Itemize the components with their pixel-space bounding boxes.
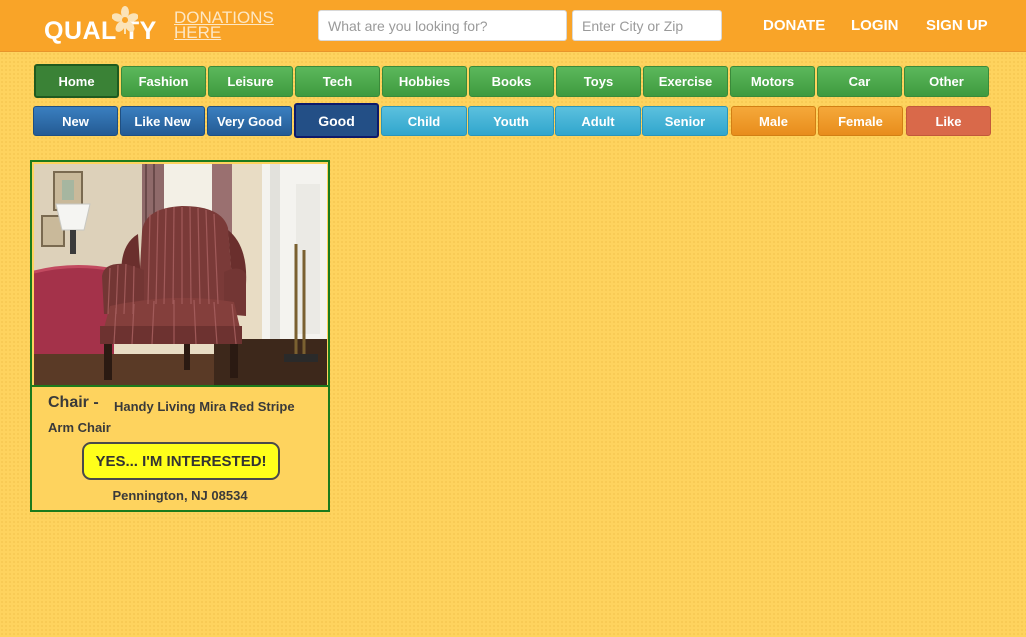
signup-link[interactable]: SIGN UP [926, 17, 988, 34]
category-motors[interactable]: Motors [730, 66, 815, 97]
category-hobbies[interactable]: Hobbies [382, 66, 467, 97]
category-books[interactable]: Books [469, 66, 554, 97]
top-header: QUAL TY DONATIONS HERE DONATE LOGIN SIGN… [0, 0, 1026, 52]
listing-photo[interactable] [34, 164, 327, 385]
interested-button[interactable]: YES... I'M INTERESTED! [82, 442, 280, 480]
filter-female[interactable]: Female [818, 106, 903, 136]
category-car[interactable]: Car [817, 66, 902, 97]
category-exercise[interactable]: Exercise [643, 66, 728, 97]
listing-card[interactable]: Chair - Handy Living Mira Red Stripe Arm… [30, 160, 330, 512]
category-home[interactable]: Home [34, 64, 119, 98]
armchair-photo-icon [34, 164, 327, 385]
filter-very-good[interactable]: Very Good [207, 106, 292, 136]
filter-youth[interactable]: Youth [468, 106, 554, 136]
category-tech[interactable]: Tech [295, 66, 380, 97]
filter-adult[interactable]: Adult [555, 106, 641, 136]
category-other[interactable]: Other [904, 66, 989, 97]
category-toys[interactable]: Toys [556, 66, 641, 97]
filter-senior[interactable]: Senior [642, 106, 728, 136]
donate-link[interactable]: DONATE [763, 17, 825, 34]
logo-tagline: DONATIONS HERE [174, 8, 274, 42]
city-zip-input[interactable] [572, 10, 722, 41]
filter-male[interactable]: Male [731, 106, 816, 136]
listing-location: Pennington, NJ 08534 [112, 488, 248, 503]
logo-wordmark: QUAL TY [44, 17, 157, 45]
card-divider [32, 385, 328, 387]
flower-icon [112, 6, 138, 34]
filter-like[interactable]: Like [906, 106, 991, 136]
filter-new[interactable]: New [33, 106, 118, 136]
filter-child[interactable]: Child [381, 106, 467, 136]
listing-title[interactable]: Handy Living Mira Red Stripe Arm Chair [48, 396, 318, 438]
filter-good[interactable]: Good [294, 103, 379, 138]
category-leisure[interactable]: Leisure [208, 66, 293, 97]
filter-like-new[interactable]: Like New [120, 106, 205, 136]
category-fashion[interactable]: Fashion [121, 66, 206, 97]
login-link[interactable]: LOGIN [851, 17, 899, 34]
search-input[interactable] [318, 10, 567, 41]
